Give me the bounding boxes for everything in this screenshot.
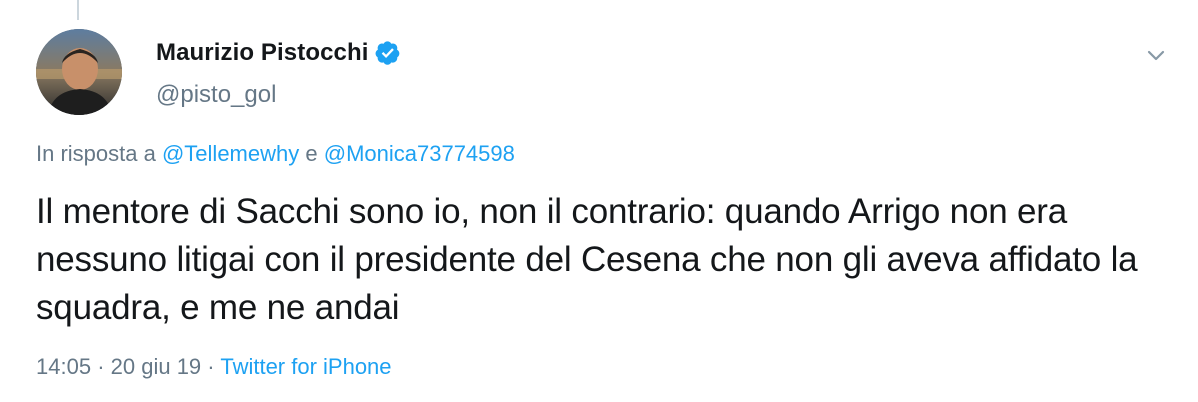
meta-separator: · [97,354,105,379]
reply-mention-link[interactable]: @Tellemewhy [162,141,299,166]
author-name-row[interactable]: Maurizio Pistocchi [156,38,401,68]
tweet-date[interactable]: 20 giu 19 [111,354,202,379]
meta-separator: · [207,354,215,379]
chevron-down-icon[interactable] [1143,42,1169,68]
reply-conjunction: e [305,141,318,166]
avatar[interactable] [36,29,122,115]
reply-prefix: In risposta a [36,141,156,166]
tweet-time[interactable]: 14:05 [36,354,91,379]
avatar-photo [36,29,122,115]
tweet-metadata: 14:05 · 20 giu 19 · Twitter for iPhone [36,354,392,380]
thread-connector-line [77,0,79,20]
verified-badge-icon [375,40,401,66]
author-display-name[interactable]: Maurizio Pistocchi [156,39,369,67]
reply-context: In risposta a @Tellemewhy e @Monica73774… [36,141,515,167]
author-handle[interactable]: @pisto_gol [156,81,276,109]
reply-mention-link[interactable]: @Monica73774598 [324,141,515,166]
tweet-text: Il mentore di Sacchi sono io, non il con… [36,192,1138,327]
tweet-source-link[interactable]: Twitter for iPhone [220,354,391,379]
